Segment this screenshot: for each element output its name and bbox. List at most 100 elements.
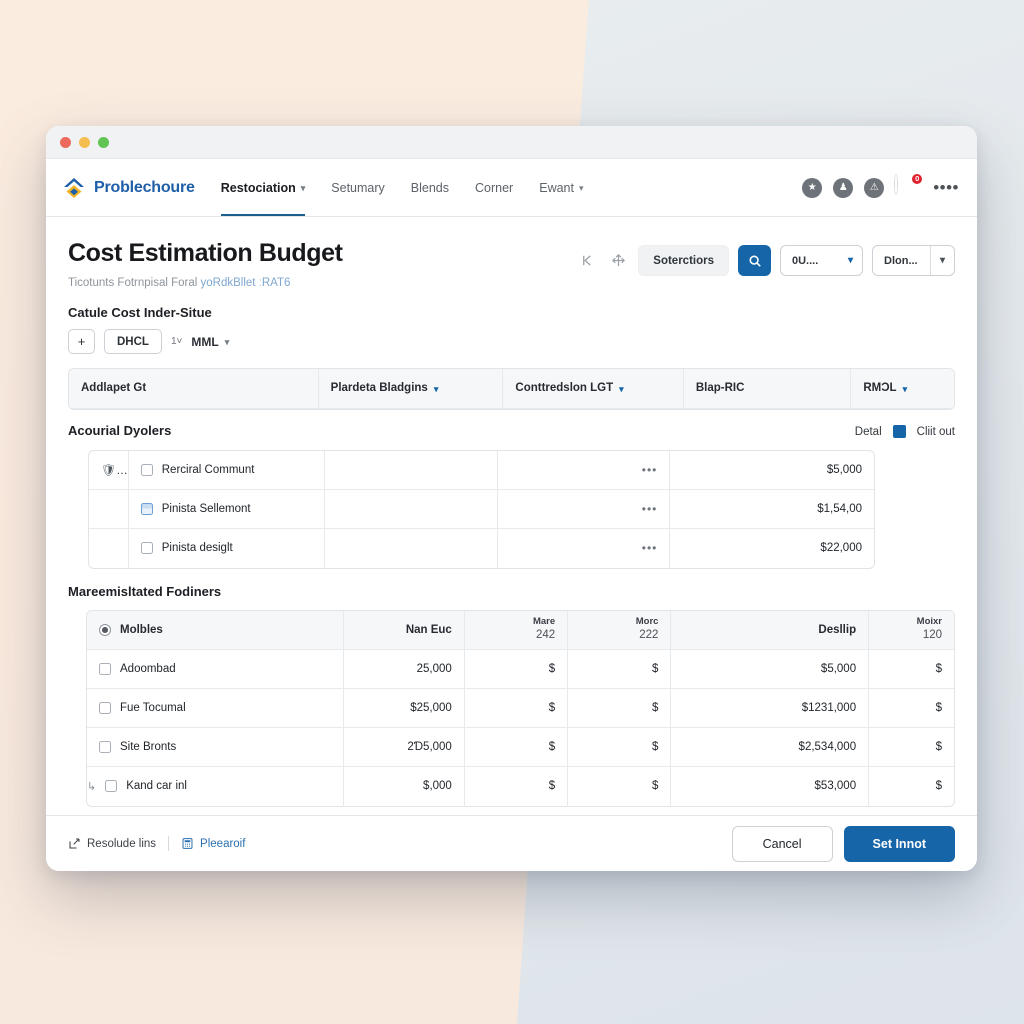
nav-item-restociation[interactable]: Restociation ▾ [220,159,306,216]
footer-actions: Cancel Set Innot [731,825,955,862]
avatar[interactable]: 0 [895,172,924,200]
row-checkbox[interactable] [99,741,111,753]
inline-select-mml[interactable]: MML ▾ [191,335,229,349]
row-checkbox[interactable] [105,780,118,793]
edit-square-icon [68,837,81,850]
page-subtitle: Ticotunts Fotrnpisal Foral yoRdkBllet ːR… [68,277,955,289]
row-checkbox[interactable] [99,702,111,714]
table-2: Molbles Nan Euc Mare 242 Morc 222 Desllip … [87,610,954,806]
add-button[interactable]: + [68,329,95,354]
person-icon[interactable]: ♟ [833,177,854,198]
nav-item-label: Ewant [539,180,574,195]
column-header-label: Conttredslon LGT [515,382,614,395]
document-icon[interactable] [140,503,153,515]
column-header-sub: 222 [639,629,659,642]
row-icon-cell: 🛡 [89,450,129,490]
table-2-group-title: Mareemisltated Fodiners [68,583,222,599]
cancel-button[interactable]: Cancel [731,825,833,862]
ellipsis-icon: ••• [641,541,658,556]
row-cell-value-3: $ [567,766,672,806]
column-header[interactable]: Addlapet Gt [69,369,319,409]
column-header-molbles[interactable]: Molbles [87,610,344,650]
search-icon [748,254,762,268]
row-cell-3: ••• [497,450,671,490]
avatar-image [895,174,898,194]
column-header[interactable]: Mare 242 [464,610,569,650]
column-header[interactable]: Desllip [670,610,870,650]
row-cell-value-2: $ [464,727,569,767]
select-secondary-value: Dlon... [884,254,918,267]
nav-item-label: Setumary [331,180,385,195]
expand-caret-icon[interactable]: ↳ [87,780,96,793]
table-1-header: Addlapet Gt Plardeta Bladgins ▾ Conttreds… [69,369,954,409]
table-row[interactable]: 🛡 Rerciral Communt ••• $5,000 [89,450,874,490]
row-cell-value-1: $25,000 [343,688,465,728]
chip-button-dhcl[interactable]: DHCL [104,329,162,354]
table-row[interactable]: ↳ Kand car inl $,000 $ $ $53,000 $ [87,766,954,806]
column-header-label: Mare [532,616,556,628]
row-icon-cell [89,528,129,568]
row-name: Fue Tocumal [120,702,186,714]
nav-item-setumary[interactable]: Setumary [331,159,385,216]
row-cell-value-2: $ [464,766,569,806]
legend-swatch-label: Cliit out [916,425,955,438]
table-row[interactable]: Pinista desiglt ••• $22,000 [89,528,874,568]
diamond-chevron-logo-icon [62,176,86,200]
row-cell-value-1: 2Ɗ5,000 [343,727,465,767]
select-all-radio[interactable] [99,623,111,636]
select-secondary[interactable]: Dlon... ▾ [872,245,955,276]
search-button[interactable] [738,245,771,276]
row-name-cell: Rerciral Communt [128,450,326,490]
page-subtitle-link[interactable]: yoRdkBllet ːRAT6 [201,277,291,289]
table-row[interactable]: Fue Tocumal $25,000 $ $ $1231,000 $ [87,688,954,728]
column-header[interactable]: Morc 222 [567,610,672,650]
row-cell-value-4: $5,000 [670,649,870,689]
row-cell-value-3: $ [567,727,672,767]
table-header-row: Molbles Nan Euc Mare 242 Morc 222 Desllip … [87,610,954,650]
collapse-left-icon[interactable] [576,250,598,272]
row-checkbox[interactable] [99,663,111,675]
notification-badge: 0 [911,172,924,185]
nav-item-ewant[interactable]: Ewant ▾ [539,159,583,216]
shield-icon: 🛡 [101,462,117,477]
column-header[interactable]: Blap-RIC [683,369,852,409]
star-icon[interactable]: ★ [802,177,823,198]
window-minimize-button[interactable] [79,136,90,148]
table-1-body: 🛡 Rerciral Communt ••• $5,000 Pinista Se… [89,450,874,568]
column-header[interactable]: Plardeta Bladgins ▾ [318,369,504,409]
table-row[interactable]: Site Bronts 2Ɗ5,000 $ $ $2,534,000 $ [87,727,954,767]
section-controls: + DHCL 1˅ MML ▾ [68,329,955,354]
column-header[interactable]: Moixr 120 [868,610,954,650]
row-checkbox[interactable] [140,463,153,476]
footer-link-resolude[interactable]: Resolude lins [68,837,156,850]
more-options-icon[interactable]: •••• [933,178,959,198]
nav-right-actions: ★ ♟ ⚠ 0 •••• [802,172,959,200]
filter-button[interactable]: Soterctiors [638,245,729,276]
submit-button[interactable]: Set Innot [843,825,955,862]
chevron-down-icon: ▾ [619,383,624,394]
table-1-header-wrap: Addlapet Gt Plardeta Bladgins ▾ Conttreds… [68,368,955,410]
column-header[interactable]: Conttredslon LGT ▾ [502,369,684,409]
window-zoom-button[interactable] [98,136,109,148]
row-cell-3: ••• [497,489,671,529]
row-checkbox[interactable] [140,542,153,555]
brand-logo[interactable]: Problechoure [62,176,195,200]
row-cell-value-2: $ [464,649,569,689]
alert-icon[interactable]: ⚠ [864,177,885,198]
row-name: Pinista Sellemont [161,503,251,515]
window-close-button[interactable] [60,136,71,148]
nav-links: Restociation ▾ Setumary Blends Corner Ew… [220,159,584,216]
table-row[interactable]: Adoombad 25,000 $ $ $5,000 $ [87,649,954,689]
nav-item-blends[interactable]: Blends [411,159,449,216]
row-name-cell: Pinista desiglt [128,528,326,568]
column-header[interactable]: RMƆL ▾ [850,369,954,409]
footer-link-pleearoif[interactable]: Pleearoif [181,837,245,850]
nav-item-corner[interactable]: Corner [475,159,513,216]
table-row[interactable]: Pinista Sellemont ••• $1,54,00 [89,489,874,529]
legend-color-swatch [892,425,906,438]
row-cell-amount: $5,000 [669,450,874,490]
column-header[interactable]: Nan Euc [343,610,465,650]
expand-arrows-icon[interactable] [607,250,629,272]
select-primary[interactable]: 0U.... ▾ [780,245,863,276]
chevron-down-icon: ▾ [300,183,306,193]
